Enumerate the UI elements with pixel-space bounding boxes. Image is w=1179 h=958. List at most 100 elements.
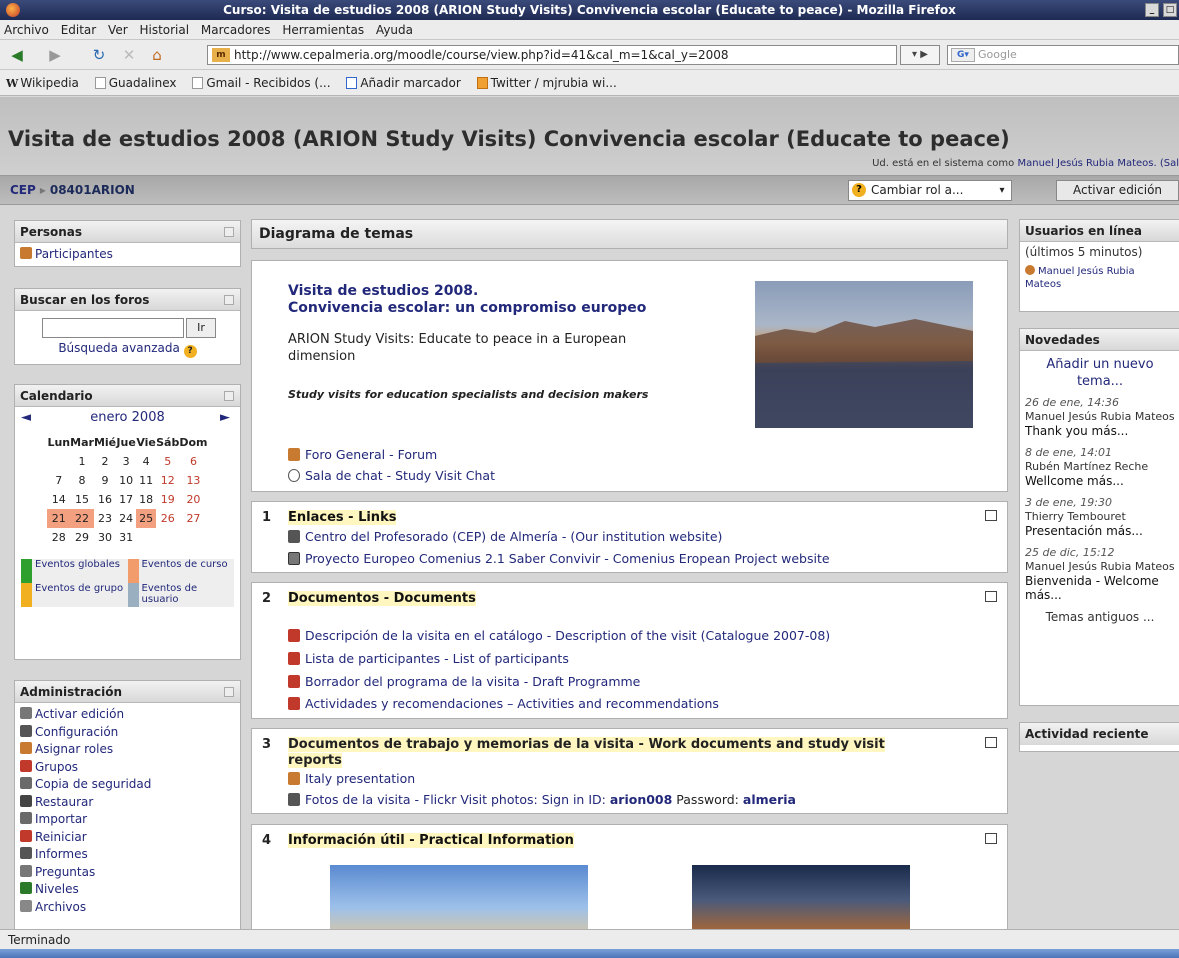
legend-item[interactable]: Eventos de grupo [21,583,128,607]
calendar-day[interactable]: 22 [70,509,94,528]
admin-item[interactable]: Preguntas [20,864,235,882]
forum-search-button[interactable]: Ir [186,318,216,338]
menu-marcadores[interactable]: Marcadores [201,23,271,37]
calendar-day[interactable]: 29 [70,528,94,547]
admin-item[interactable]: Activar edición [20,706,235,724]
calendar-day[interactable]: 27 [179,509,207,528]
admin-item[interactable]: Configuración [20,724,235,742]
calendar-day[interactable]: 10 [116,471,136,490]
collapse-icon[interactable] [224,295,234,305]
calendar-day[interactable]: 5 [156,452,179,471]
flickr-link[interactable]: Fotos de la visita - Flickr Visit photos… [288,792,796,807]
calendar-day[interactable]: 21 [47,509,71,528]
google-icon[interactable]: G▾ [951,48,975,62]
admin-item[interactable]: Niveles [20,881,235,899]
calendar-day[interactable]: 23 [94,509,116,528]
url-bar[interactable]: m http://www.cepalmeria.org/moodle/cours… [207,45,897,65]
highlight-toggle[interactable] [985,510,997,521]
resource-link[interactable]: Italy presentation [288,771,415,786]
add-topic-link[interactable]: Añadir un nuevo tema... [1025,356,1175,390]
calendar-day[interactable]: 8 [70,471,94,490]
menu-ver[interactable]: Ver [108,23,128,37]
forum-search-input[interactable] [42,318,184,338]
url-go-button[interactable]: ▾ ▶ [900,45,940,65]
calendar-day[interactable]: 13 [179,471,207,490]
admin-item[interactable]: Copia de seguridad [20,776,235,794]
calendar-day[interactable]: 14 [47,490,70,509]
forum-link[interactable]: Foro General - Forum [288,447,437,462]
calendar-day[interactable]: 2 [94,452,116,471]
menu-historial[interactable]: Historial [139,23,189,37]
maximize-icon[interactable]: □ [1163,3,1177,17]
admin-item[interactable]: Informes [20,846,235,864]
back-icon[interactable]: ◀ [8,46,26,64]
reload-icon[interactable]: ↻ [90,46,108,64]
calendar-day[interactable]: 26 [156,509,179,528]
older-topics-link[interactable]: Temas antiguos ... [1025,610,1175,624]
calendar-day[interactable]: 4 [136,452,156,471]
admin-item[interactable]: Reiniciar [20,829,235,847]
user-link[interactable]: Manuel Jesús Rubia Mateos. [1017,158,1156,169]
highlight-toggle[interactable] [985,833,997,844]
home-icon[interactable]: ⌂ [148,46,166,64]
bookmark-add[interactable]: Añadir marcador [346,70,461,96]
bookmark-wikipedia[interactable]: W Wikipedia [6,70,79,97]
resource-link[interactable]: Descripción de la visita en el catálogo … [288,628,830,643]
admin-item[interactable]: Importar [20,811,235,829]
prev-month-icon[interactable]: ◄ [21,407,31,429]
news-post-link[interactable]: Wellcome más... [1025,474,1175,488]
calendar-day[interactable]: 16 [94,490,116,509]
admin-item[interactable]: Grupos [20,759,235,777]
resource-link[interactable]: Proyecto Europeo Comenius 2.1 Saber Conv… [288,551,830,566]
news-post-link[interactable]: Presentación más... [1025,524,1175,538]
collapse-icon[interactable] [224,391,234,401]
calendar-day[interactable]: 31 [116,528,136,547]
menu-editar[interactable]: Editar [61,23,97,37]
forward-icon[interactable]: ▶ [46,46,64,64]
edit-mode-button[interactable]: Activar edición [1056,180,1179,201]
collapse-icon[interactable] [224,227,234,237]
calendar-day[interactable]: 25 [136,509,157,528]
search-input[interactable]: G▾ Google [947,45,1179,65]
calendar-day[interactable]: 11 [136,471,156,490]
calendar-day[interactable]: 17 [116,490,136,509]
breadcrumb-home[interactable]: CEP [10,183,36,197]
calendar-day[interactable]: 7 [47,471,70,490]
chat-link[interactable]: Sala de chat - Study Visit Chat [288,468,495,483]
legend-item[interactable]: Eventos de curso [127,559,235,583]
legend-item[interactable]: Eventos de usuario [127,583,235,607]
calendar-day[interactable]: 30 [94,528,116,547]
calendar-day[interactable]: 20 [179,490,207,509]
calendar-day[interactable]: 28 [47,528,70,547]
calendar-day[interactable]: 9 [94,471,116,490]
calendar-day[interactable]: 6 [179,452,207,471]
menu-archivo[interactable]: Archivo [4,23,49,37]
calendar-day[interactable]: 19 [156,490,179,509]
highlight-toggle[interactable] [985,737,997,748]
news-post-link[interactable]: Bienvenida - Welcome más... [1025,574,1175,602]
calendar-day[interactable]: 3 [116,452,136,471]
news-post-link[interactable]: Thank you más... [1025,424,1175,438]
resource-link[interactable]: Actividades y recomendaciones – Activiti… [288,696,719,711]
calendar-day[interactable]: 18 [136,490,156,509]
menu-herramientas[interactable]: Herramientas [282,23,364,37]
calendar-day[interactable]: 1 [70,452,94,471]
admin-item[interactable]: Asignar roles [20,741,235,759]
menu-ayuda[interactable]: Ayuda [376,23,413,37]
highlight-toggle[interactable] [985,591,997,602]
bookmark-guadalinex[interactable]: Guadalinex [94,70,177,96]
participants-link[interactable]: Participantes [20,246,235,263]
online-user-link[interactable]: Manuel Jesús Rubia Mateos [1025,265,1175,291]
bookmark-gmail[interactable]: Gmail - Recibidos (... [192,70,331,96]
admin-item[interactable]: Archivos [20,899,235,917]
next-month-icon[interactable]: ► [220,407,230,429]
bookmark-twitter[interactable]: Twitter / mjrubia wi... [476,70,617,96]
logout-link[interactable]: (Sal [1160,158,1179,169]
legend-item[interactable]: Eventos globales [21,559,128,583]
calendar-day[interactable]: 12 [156,471,179,490]
resource-link[interactable]: Centro del Profesorado (CEP) de Almería … [288,529,722,544]
resource-link[interactable]: Lista de participantes - List of partici… [288,651,569,666]
resource-link[interactable]: Borrador del programa de la visita - Dra… [288,674,640,689]
collapse-icon[interactable] [224,687,234,697]
calendar-month[interactable]: enero 2008 [90,410,164,425]
